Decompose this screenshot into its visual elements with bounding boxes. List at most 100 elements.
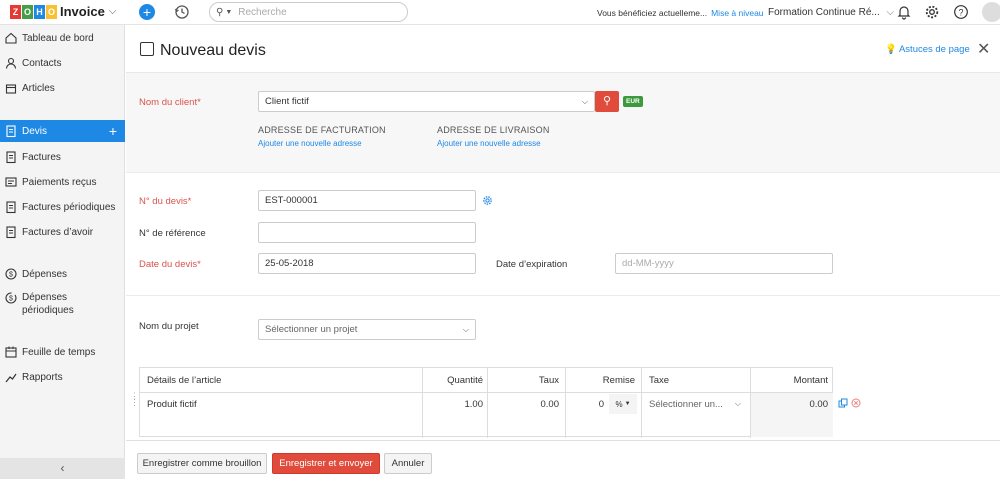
document-icon — [4, 124, 18, 138]
help-icon[interactable]: ? — [953, 4, 969, 20]
logo-letter: O — [22, 4, 33, 19]
bell-icon[interactable] — [896, 4, 912, 20]
sidebar-item-label: Factures périodiques — [22, 201, 116, 213]
upgrade-link[interactable]: Mise à niveau — [711, 8, 763, 18]
coin-icon: $ — [4, 267, 18, 281]
sidebar-item-paiements-recus[interactable]: Paiements reçus — [0, 171, 125, 193]
header-item-details: Détails de l’article — [147, 368, 222, 393]
avatar[interactable] — [982, 2, 1000, 22]
search-placeholder: Recherche — [238, 6, 287, 18]
sidebar-item-label: Articles — [22, 82, 55, 94]
sidebar-item-depenses[interactable]: $ Dépenses — [0, 263, 125, 285]
customer-name-label: Nom du client* — [139, 97, 201, 108]
sidebar-item-factures[interactable]: Factures — [0, 146, 125, 168]
remove-row-icon[interactable] — [851, 398, 861, 408]
header-amount: Montant — [750, 368, 828, 393]
sidebar-item-feuille-de-temps[interactable]: Feuille de temps — [0, 341, 125, 363]
chevron-down-icon[interactable]: ⌵ — [109, 6, 117, 17]
item-tax-select[interactable]: Sélectionner un... ⌵ — [649, 394, 745, 414]
svg-text:?: ? — [958, 8, 963, 18]
quote-date-input[interactable]: 25-05-2018 — [258, 253, 476, 274]
organization-switcher[interactable]: Formation Continue Ré... ⌵ — [768, 7, 894, 18]
top-bar: ZOHO Invoice ⌵ + ⚲ ▼ Recherche Vous béné… — [0, 0, 1000, 25]
sidebar-item-label: Devis — [22, 125, 48, 137]
quote-number-value: EST-000001 — [265, 195, 318, 206]
sidebar-item-articles[interactable]: Articles — [0, 77, 125, 99]
chevron-down-icon: ⌵ — [734, 399, 741, 408]
estimate-document-icon — [140, 42, 154, 56]
sidebar-item-label: Rapports — [22, 371, 63, 383]
discount-unit-select[interactable]: % ▼ — [609, 394, 637, 414]
sidebar-item-label: Feuille de temps — [22, 346, 96, 358]
logo-letter: O — [46, 4, 57, 19]
customer-section — [126, 73, 1000, 173]
page-header: Nouveau devis 💡 Astuces de page ✕ — [126, 25, 1000, 73]
sidebar-item-factures-periodiques[interactable]: Factures périodiques — [0, 196, 125, 218]
header-quantity: Quantité — [422, 368, 483, 393]
logo-letter: H — [34, 4, 45, 19]
quote-number-label: N° du devis* — [139, 196, 192, 207]
chevron-down-icon: ⌵ — [462, 325, 469, 334]
add-estimate-plus-icon[interactable]: + — [109, 123, 117, 139]
items-table: Détails de l’article Quantité Taux Remis… — [139, 367, 833, 438]
svg-text:$: $ — [9, 296, 13, 303]
chevron-down-icon: ⌵ — [581, 97, 588, 106]
billing-address-heading: ADRESSE DE FACTURATION — [258, 125, 386, 135]
row-actions — [838, 398, 861, 408]
currency-badge: EUR — [623, 96, 643, 107]
page-tips-link[interactable]: 💡 Astuces de page — [885, 44, 970, 55]
save-and-send-button[interactable]: Enregistrer et envoyer — [272, 453, 380, 474]
logo-letter: Z — [10, 4, 21, 19]
add-billing-address-link[interactable]: Ajouter une nouvelle adresse — [258, 139, 362, 148]
trial-notice-text: Vous bénéficiez actuelleme... — [597, 8, 708, 18]
sidebar-item-label: Factures — [22, 151, 61, 163]
reference-label: N° de référence — [139, 228, 206, 239]
row-drag-handle[interactable]: ⋮ ⋮ — [130, 392, 139, 407]
sidebar-item-contacts[interactable]: Contacts — [0, 52, 125, 74]
history-icon[interactable] — [174, 4, 190, 20]
app-logo[interactable]: ZOHO Invoice ⌵ — [10, 4, 116, 19]
sidebar-item-factures-d-avoir[interactable]: Factures d’avoir — [0, 221, 125, 243]
search-input[interactable]: ⚲ ▼ Recherche — [209, 2, 408, 22]
search-icon: ⚲ — [602, 95, 612, 107]
quote-date-value: 25-05-2018 — [265, 258, 314, 269]
project-select[interactable]: Sélectionner un projet ⌵ — [258, 319, 476, 340]
zoho-logo: ZOHO — [10, 4, 57, 19]
sidebar-item-label: Dépenses périodiques — [22, 292, 74, 316]
reference-input[interactable] — [258, 222, 476, 243]
page-tips-label: Astuces de page — [898, 44, 970, 55]
gear-icon[interactable] — [924, 4, 940, 20]
save-draft-button[interactable]: Enregistrer comme brouillon — [137, 453, 267, 474]
add-shipping-address-link[interactable]: Ajouter une nouvelle adresse — [437, 139, 541, 148]
project-label: Nom du projet — [139, 321, 199, 332]
copy-icon[interactable] — [838, 398, 848, 408]
quote-date-label: Date du devis* — [139, 259, 201, 270]
user-icon — [4, 56, 18, 70]
caret-down-icon[interactable]: ▼ — [225, 9, 232, 16]
item-discount-cell[interactable]: 0 — [565, 394, 604, 414]
collapse-sidebar-button[interactable]: ‹ — [0, 458, 125, 479]
expiry-date-placeholder: dd-MM-yyyy — [622, 258, 674, 269]
expiry-date-input[interactable]: dd-MM-yyyy — [615, 253, 833, 274]
quick-create-plus-icon[interactable]: + — [139, 4, 155, 20]
item-details-cell[interactable]: Produit fictif — [147, 394, 197, 414]
customer-select[interactable]: Client fictif ⌵ — [258, 91, 595, 112]
project-placeholder: Sélectionner un projet — [265, 324, 358, 335]
header-rate: Taux — [487, 368, 559, 393]
quote-number-input[interactable]: EST-000001 — [258, 190, 476, 211]
calendar-icon — [4, 345, 18, 359]
sidebar-item-depenses-periodiques[interactable]: $ Dépenses périodiques — [0, 289, 125, 319]
close-icon[interactable]: ✕ — [977, 39, 990, 59]
gear-icon[interactable] — [482, 195, 493, 206]
sidebar-item-devis[interactable]: Devis + — [0, 120, 125, 142]
caret-down-icon: ▼ — [624, 401, 631, 407]
customer-search-button[interactable]: ⚲ — [595, 91, 619, 112]
sidebar-item-rapports[interactable]: Rapports — [0, 366, 125, 388]
sidebar-item-tableau-de-bord[interactable]: Tableau de bord — [0, 27, 125, 49]
discount-unit-value: % — [615, 399, 623, 409]
expiry-date-label: Date d’expiration — [496, 259, 568, 270]
cancel-button[interactable]: Annuler — [384, 453, 432, 474]
item-quantity-cell[interactable]: 1.00 — [422, 394, 484, 414]
item-rate-cell[interactable]: 0.00 — [487, 394, 560, 414]
product-name: Invoice — [60, 4, 105, 19]
